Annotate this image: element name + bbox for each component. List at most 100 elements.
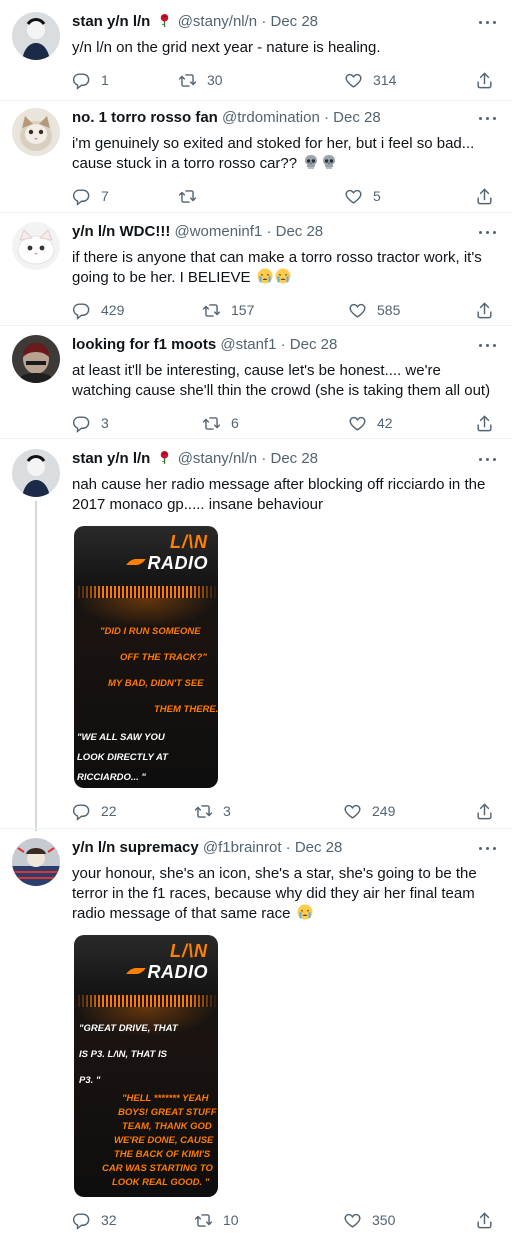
text-line: 2017 monaco gp..... insane behaviour <box>72 496 324 513</box>
retweet-icon <box>194 1211 213 1230</box>
share-button[interactable] <box>475 186 494 206</box>
tweet-1[interactable]: stan y/n l/n @stany/nl/n · Dec 28 y/n l/… <box>0 12 512 102</box>
avatar[interactable] <box>12 449 60 497</box>
retweet-button[interactable] <box>178 186 207 206</box>
tweet-date[interactable]: Dec 28 <box>295 839 343 856</box>
more-icon[interactable] <box>478 840 498 856</box>
reply-button[interactable]: 22 <box>72 801 117 821</box>
retweet-button[interactable]: 3 <box>194 801 231 821</box>
tweet-header: stan y/n l/n @stany/nl/n · Dec 28 <box>72 449 318 469</box>
reply-button[interactable]: 1 <box>72 70 109 90</box>
tweet-4[interactable]: looking for f1 moots @stanf1 · Dec 28 at… <box>0 335 512 445</box>
tweet-date[interactable]: Dec 28 <box>276 223 324 240</box>
share-button[interactable] <box>475 1210 494 1230</box>
reply-count: 429 <box>101 302 125 318</box>
tweet-2[interactable]: no. 1 torro rosso fan @trdomination · De… <box>0 108 512 218</box>
tweet-header: y/n l/n WDC!!! @womeninf1 · Dec 28 <box>72 222 323 242</box>
like-button[interactable]: 249 <box>343 801 395 821</box>
handle[interactable]: @trdomination <box>222 109 320 126</box>
sob-emoji <box>297 904 313 920</box>
retweet-button[interactable]: 10 <box>194 1210 239 1230</box>
retweet-icon <box>202 414 221 433</box>
more-icon[interactable] <box>478 337 498 353</box>
radio-quote-line: OFF THE TRACK?" <box>120 652 207 663</box>
reply-button[interactable]: 3 <box>72 413 109 433</box>
more-icon[interactable] <box>478 451 498 467</box>
tweet-3[interactable]: y/n l/n WDC!!! @womeninf1 · Dec 28 if th… <box>0 222 512 332</box>
tweet-date[interactable]: Dec 28 <box>290 336 338 353</box>
display-name[interactable]: stan y/n l/n <box>72 13 150 30</box>
text-line: radio message of that same race <box>72 904 502 924</box>
reply-button[interactable]: 429 <box>72 300 124 320</box>
like-count: 585 <box>377 302 401 318</box>
display-name[interactable]: y/n l/n supremacy <box>72 839 199 856</box>
text-line: nah cause her radio message after blocki… <box>72 476 486 493</box>
radio-quote-line: P3. " <box>79 1075 101 1086</box>
reply-icon <box>72 187 91 206</box>
share-icon <box>475 301 494 320</box>
avatar[interactable] <box>12 335 60 383</box>
display-name[interactable]: looking for f1 moots <box>72 336 216 353</box>
avatar[interactable] <box>12 838 60 886</box>
reply-count: 22 <box>101 803 117 819</box>
tweet-text: if there is anyone that can make a torro… <box>72 248 502 288</box>
like-icon <box>348 301 367 320</box>
radio-image[interactable]: L/\N RADIO "DID I RUN SOMEONE OFF THE TR… <box>74 526 218 788</box>
radio-quote-line: MY BAD, DIDN'T SEE <box>108 678 204 689</box>
handle[interactable]: @stanf1 <box>220 336 276 353</box>
display-name[interactable]: stan y/n l/n <box>72 450 150 467</box>
share-icon <box>475 414 494 433</box>
retweet-button[interactable]: 157 <box>202 300 254 320</box>
share-button[interactable] <box>475 300 494 320</box>
tweet-actions: 32 10 350 <box>72 1210 502 1230</box>
radio-quote-line: IS P3. L/\N, THAT IS <box>79 1049 167 1060</box>
retweet-count: 3 <box>223 803 231 819</box>
tweet-header: no. 1 torro rosso fan @trdomination · De… <box>72 108 381 128</box>
tweet-actions: 22 3 249 <box>72 801 502 821</box>
dot-separator: · <box>261 13 267 30</box>
like-button[interactable]: 350 <box>343 1210 395 1230</box>
more-icon[interactable] <box>478 224 498 240</box>
tweet-6[interactable]: y/n l/n supremacy @f1brainrot · Dec 28 y… <box>0 838 512 1238</box>
like-button[interactable]: 42 <box>348 413 393 433</box>
avatar[interactable] <box>12 108 60 156</box>
like-icon <box>348 414 367 433</box>
logo-initials: L/\N <box>170 532 208 552</box>
dot-separator: · <box>261 450 267 467</box>
handle[interactable]: @stany/nl/n <box>178 13 257 30</box>
tweet-date[interactable]: Dec 28 <box>270 13 318 30</box>
share-button[interactable] <box>475 413 494 433</box>
handle[interactable]: @stany/nl/n <box>178 450 257 467</box>
like-button[interactable]: 5 <box>344 186 381 206</box>
display-name[interactable]: y/n l/n WDC!!! <box>72 223 170 240</box>
more-icon[interactable] <box>478 110 498 126</box>
radio-quote-line: "GREAT DRIVE, THAT <box>79 1023 178 1034</box>
equalizer-graphic <box>74 586 218 598</box>
display-name[interactable]: no. 1 torro rosso fan <box>72 109 218 126</box>
tweet-5[interactable]: stan y/n l/n @stany/nl/n · Dec 28 nah ca… <box>0 449 512 831</box>
retweet-button[interactable]: 6 <box>202 413 239 433</box>
handle[interactable]: @f1brainrot <box>203 839 282 856</box>
tweet-date[interactable]: Dec 28 <box>333 109 381 126</box>
tweet-date[interactable]: Dec 28 <box>270 450 318 467</box>
like-button[interactable]: 314 <box>344 70 396 90</box>
share-button[interactable] <box>475 70 494 90</box>
radio-image[interactable]: L/\N RADIO "GREAT DRIVE, THAT IS P3. L/\… <box>74 935 218 1197</box>
like-button[interactable]: 585 <box>348 300 400 320</box>
more-icon[interactable] <box>478 14 498 30</box>
text-line: at least it'll be interesting, cause let… <box>72 362 441 379</box>
equalizer-graphic <box>74 995 218 1007</box>
reply-button[interactable]: 7 <box>72 186 109 206</box>
handle[interactable]: @womeninf1 <box>175 223 263 240</box>
text-line: your honour, she's an icon, she's a star… <box>72 865 477 882</box>
retweet-button[interactable]: 30 <box>178 70 223 90</box>
avatar[interactable] <box>12 222 60 270</box>
retweet-count: 6 <box>231 415 239 431</box>
tweet-actions: 7 5 <box>72 186 502 206</box>
reply-button[interactable]: 32 <box>72 1210 117 1230</box>
radio-quote-line: THE BACK OF KIMI'S <box>114 1149 211 1160</box>
retweet-count: 30 <box>207 72 223 88</box>
tweet-text: your honour, she's an icon, she's a star… <box>72 864 502 924</box>
share-button[interactable] <box>475 801 494 821</box>
avatar[interactable] <box>12 12 60 60</box>
